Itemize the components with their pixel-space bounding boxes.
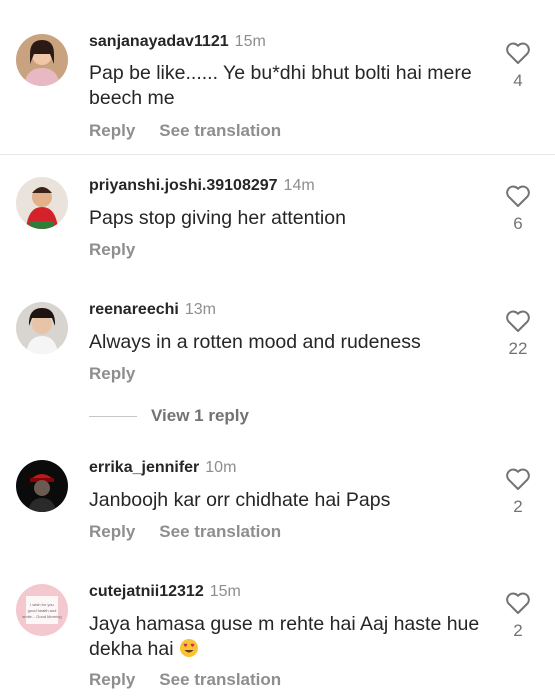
view-replies-label: View 1 reply bbox=[151, 406, 249, 425]
avatar[interactable] bbox=[16, 302, 68, 354]
like-count: 2 bbox=[513, 497, 523, 516]
like-button[interactable]: 22 bbox=[503, 309, 533, 359]
like-count: 2 bbox=[513, 621, 523, 640]
like-button[interactable]: 2 bbox=[503, 591, 533, 641]
comment-time: 13m bbox=[184, 301, 216, 318]
reply-button[interactable]: Reply bbox=[89, 522, 135, 541]
reply-button[interactable]: Reply bbox=[89, 240, 135, 259]
comment-actions: Reply See translation bbox=[89, 522, 281, 542]
svg-text:good health and: good health and bbox=[28, 608, 57, 613]
reply-button[interactable]: Reply bbox=[89, 121, 135, 140]
see-translation-button[interactable]: See translation bbox=[159, 121, 281, 140]
comment-username[interactable]: priyanshi.joshi.39108297 14m bbox=[89, 177, 315, 195]
comment-text: Paps stop giving her attention bbox=[89, 207, 346, 229]
comment-username[interactable]: errika_jennifer 10m bbox=[89, 459, 236, 477]
svg-text:smile... Good Morning: smile... Good Morning bbox=[22, 614, 61, 619]
comment-text: Pap be like...... Ye bu*dhi bhut bolti h… bbox=[89, 62, 472, 109]
view-replies-button[interactable]: View 1 reply bbox=[89, 406, 249, 426]
view-replies-line bbox=[89, 416, 137, 418]
comment-item: priyanshi.joshi.39108297 14m Paps stop gi… bbox=[0, 155, 555, 280]
comment-time: 14m bbox=[283, 177, 315, 194]
comment-username[interactable]: cutejatnii12312 15m bbox=[89, 583, 241, 601]
heart-outline-icon[interactable] bbox=[505, 467, 531, 491]
comment-text: Janboojh kar orr chidhate hai Paps bbox=[89, 489, 391, 511]
comment-time: 15m bbox=[234, 33, 266, 50]
heart-outline-icon[interactable] bbox=[505, 591, 531, 615]
avatar-card-text: I wish for you bbox=[30, 602, 54, 607]
comment-time: 10m bbox=[205, 459, 237, 476]
comment-item: I wish for you good health and smile... … bbox=[0, 568, 555, 700]
like-button[interactable]: 6 bbox=[503, 184, 533, 234]
reply-button[interactable]: Reply bbox=[89, 364, 135, 383]
comment-username[interactable]: sanjanayadav1121 15m bbox=[89, 33, 266, 51]
comment-actions: Reply bbox=[89, 240, 135, 260]
avatar[interactable] bbox=[16, 460, 68, 512]
like-button[interactable]: 4 bbox=[503, 41, 533, 91]
avatar[interactable] bbox=[16, 34, 68, 86]
like-count: 6 bbox=[513, 214, 523, 233]
avatar[interactable] bbox=[16, 177, 68, 229]
heart-eyes-emoji-icon bbox=[180, 639, 198, 657]
see-translation-button[interactable]: See translation bbox=[159, 670, 281, 689]
heart-outline-icon[interactable] bbox=[505, 309, 531, 333]
comment-text: Always in a rotten mood and rudeness bbox=[89, 331, 421, 353]
heart-outline-icon[interactable] bbox=[505, 41, 531, 65]
comment-item: errika_jennifer 10m Janboojh kar orr chid… bbox=[0, 438, 555, 568]
see-translation-button[interactable]: See translation bbox=[159, 522, 281, 541]
like-button[interactable]: 2 bbox=[503, 467, 533, 517]
comment-time: 15m bbox=[209, 583, 241, 600]
reply-button[interactable]: Reply bbox=[89, 670, 135, 689]
avatar[interactable]: I wish for you good health and smile... … bbox=[16, 584, 68, 636]
comment-username[interactable]: reenareechi 13m bbox=[89, 301, 216, 319]
comment-text: Jaya hamasa guse m rehte hai Aaj haste h… bbox=[89, 613, 480, 660]
like-count: 4 bbox=[513, 71, 523, 90]
like-count: 22 bbox=[508, 339, 528, 358]
comment-actions: Reply bbox=[89, 364, 135, 384]
comment-item: reenareechi 13m Always in a rotten mood a… bbox=[0, 280, 555, 435]
comment-item: sanjanayadav1121 15m Pap be like...... Ye… bbox=[0, 0, 555, 155]
comment-actions: Reply See translation bbox=[89, 121, 281, 141]
heart-outline-icon[interactable] bbox=[505, 184, 531, 208]
comment-actions: Reply See translation bbox=[89, 670, 281, 690]
